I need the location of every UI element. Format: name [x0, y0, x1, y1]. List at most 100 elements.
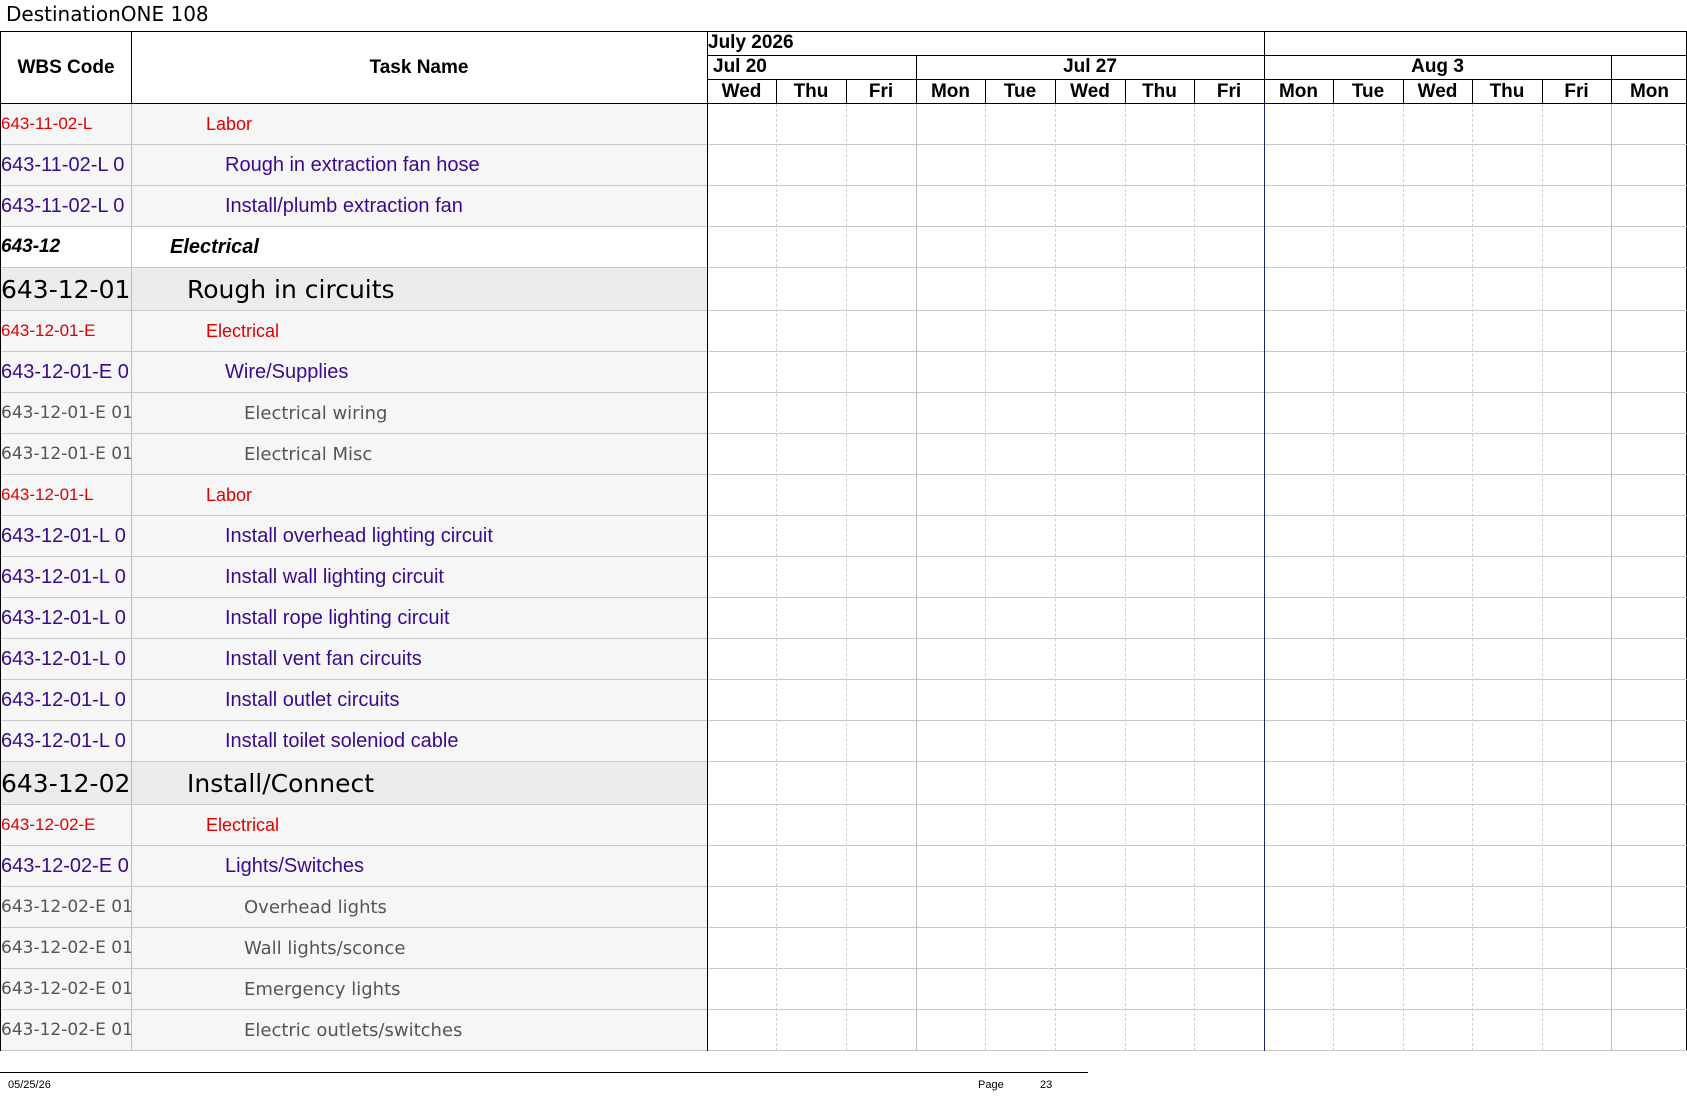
- gantt-row-line: [707, 845, 1687, 846]
- table-row[interactable]: 643-12-01-E 01 Electrical wiring: [1, 393, 707, 434]
- timeline-day: Thu: [793, 81, 829, 102]
- table-row[interactable]: 643-12-01-L 0 Install wall lighting circu…: [1, 557, 707, 598]
- task-name-cell: Install outlet circuits: [225, 688, 400, 711]
- table-row[interactable]: 643-12-02-E 01 Wall lights/sconce: [1, 928, 707, 969]
- task-name-cell: Wire/Supplies: [225, 360, 349, 383]
- task-name-cell: Install/Connect: [187, 768, 375, 798]
- header-divider: [1264, 80, 1265, 105]
- column-divider: [131, 516, 132, 556]
- table-row[interactable]: 643-11-02-L 0 Install/plumb extraction fa…: [1, 186, 707, 227]
- table-row[interactable]: 643-12-01 Rough in circuits: [1, 268, 707, 311]
- table-row[interactable]: 643-12-02 Install/Connect: [1, 762, 707, 805]
- table-row[interactable]: 643-12-01-E 0 Wire/Supplies: [1, 352, 707, 393]
- task-name-cell: Labor: [206, 484, 253, 505]
- column-divider: [131, 268, 132, 310]
- column-divider: [131, 352, 132, 392]
- table-row[interactable]: 643-12-02-E 01 Emergency lights: [1, 969, 707, 1010]
- wbs-code-cell: 643-12-01-E 01: [1, 403, 131, 423]
- gantt-body: 643-11-02-L Labor 643-11-02-L 0 Rough in ex…: [0, 104, 1687, 1051]
- timeline-day: Wed: [1070, 81, 1110, 102]
- table-row[interactable]: 643-12-02-E 0 Lights/Switches: [1, 846, 707, 887]
- timeline-week: Jul 27: [1063, 56, 1117, 77]
- header-divider: [1542, 80, 1543, 105]
- task-name-cell: Rough in extraction fan hose: [225, 153, 480, 176]
- column-divider: [131, 393, 132, 433]
- column-divider: [131, 928, 132, 968]
- header-divider: [1611, 56, 1612, 80]
- wbs-code-cell: 643-12-01-L 0: [1, 647, 126, 670]
- column-header-wbs[interactable]: WBS Code: [1, 32, 131, 103]
- day-grid-line: [1542, 104, 1543, 1051]
- column-divider: [131, 557, 132, 597]
- table-header: WBS Code Task Name July 2026 Jul 20 Jul 27 Au…: [0, 31, 1687, 105]
- table-row[interactable]: 643-12-01-L Labor: [1, 475, 707, 516]
- table-row[interactable]: 643-12-01-L 0 Install overhead lighting c…: [1, 516, 707, 557]
- task-name-cell: Overhead lights: [244, 896, 387, 918]
- gantt-row-line: [707, 597, 1687, 598]
- wbs-code-cell: 643-12-02-E: [1, 815, 96, 834]
- table-row[interactable]: 643-11-02-L Labor: [1, 104, 707, 145]
- table-row[interactable]: 643-12-01-E 01 Electrical Misc: [1, 434, 707, 475]
- task-name-cell: Wall lights/sconce: [244, 937, 406, 959]
- gantt-row-line: [707, 1050, 1687, 1051]
- wbs-code-cell: 643-11-02-L 0: [1, 153, 125, 176]
- timeline-week: Aug 3: [1411, 56, 1464, 77]
- header-divider: [1333, 80, 1334, 105]
- timeline-day: Thu: [1489, 81, 1525, 102]
- table-row[interactable]: 643-12-02-E Electrical: [1, 805, 707, 846]
- timeline-month: July 2026: [708, 32, 794, 53]
- column-divider: [131, 805, 132, 845]
- column-divider: [131, 104, 132, 144]
- task-name-cell: Lights/Switches: [225, 854, 364, 877]
- task-name-cell: Install rope lighting circuit: [225, 606, 450, 629]
- table-row[interactable]: 643-12 Electrical: [1, 227, 707, 268]
- wbs-code-cell: 643-11-02-L: [1, 114, 93, 133]
- gantt-row-line: [707, 1009, 1687, 1010]
- footer-page-label: Page: [978, 1079, 1004, 1091]
- table-row[interactable]: 643-12-01-E Electrical: [1, 311, 707, 352]
- task-name-cell: Labor: [206, 113, 253, 134]
- header-divider: [846, 80, 847, 105]
- timeline-week: Jul 20: [713, 56, 767, 77]
- column-divider: [131, 762, 132, 804]
- column-divider: [131, 434, 132, 474]
- wbs-code-cell: 643-12-01-E: [1, 321, 96, 340]
- table-row[interactable]: 643-12-01-L 0 Install outlet circuits: [1, 680, 707, 721]
- gantt-row-line: [707, 556, 1687, 557]
- gantt-row-line: [707, 185, 1687, 186]
- table-row[interactable]: 643-12-01-L 0 Install toilet soleniod cab…: [1, 721, 707, 762]
- page-title: DestinationONE 108: [6, 2, 209, 26]
- day-grid-line: [1194, 104, 1195, 1051]
- table-row[interactable]: 643-12-02-E 01 Electric outlets/switches: [1, 1010, 707, 1051]
- header-divider: [916, 80, 917, 105]
- column-divider: [131, 639, 132, 679]
- task-name-cell: Emergency lights: [244, 978, 401, 1000]
- table-row[interactable]: 643-12-01-L 0 Install rope lighting circu…: [1, 598, 707, 639]
- gantt-row-line: [707, 927, 1687, 928]
- gantt-row-line: [707, 679, 1687, 680]
- gantt-row-line: [707, 886, 1687, 887]
- column-divider: [131, 721, 132, 761]
- wbs-code-cell: 643-12-01-E 01: [1, 444, 131, 464]
- task-name-cell: Install vent fan circuits: [225, 647, 422, 670]
- table-row[interactable]: 643-11-02-L 0 Rough in extraction fan hos…: [1, 145, 707, 186]
- task-name-cell: Install toilet soleniod cable: [225, 729, 459, 752]
- column-header-task[interactable]: Task Name: [131, 32, 707, 103]
- timeline-day: Mon: [1629, 81, 1670, 102]
- wbs-code-cell: 643-12-02-E 0: [1, 854, 129, 877]
- header-divider: [1264, 32, 1265, 56]
- table-row[interactable]: 643-12-01-L 0 Install vent fan circuits: [1, 639, 707, 680]
- wbs-code-cell: 643-12-01-L 0: [1, 729, 126, 752]
- table-row[interactable]: 643-12-02-E 01 Overhead lights: [1, 887, 707, 928]
- gantt-row-line: [707, 267, 1687, 268]
- column-divider: [131, 846, 132, 886]
- footer-page-number: 23: [1040, 1079, 1053, 1091]
- column-divider: [131, 227, 132, 267]
- gantt-row-line: [707, 804, 1687, 805]
- wbs-code-cell: 643-12-01-L 0: [1, 565, 126, 588]
- timeline-day: Mon: [930, 81, 971, 102]
- gantt-row-line: [707, 310, 1687, 311]
- day-grid-line: [1403, 104, 1404, 1051]
- footer-date: 05/25/26: [8, 1079, 51, 1091]
- timeline-day: Thu: [1142, 81, 1177, 102]
